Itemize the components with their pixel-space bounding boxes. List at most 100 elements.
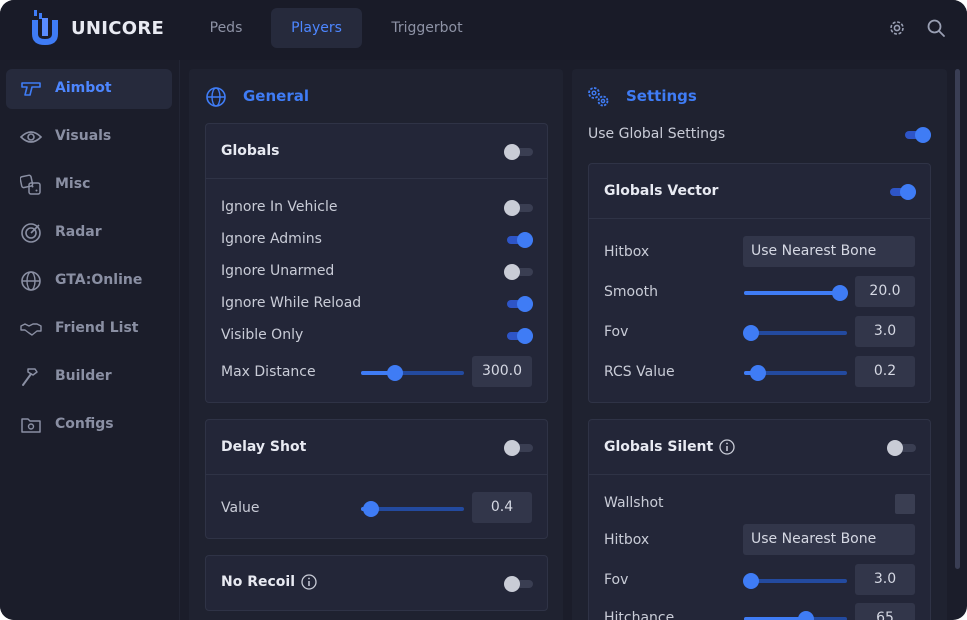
card-header: Globals [206, 124, 547, 179]
unicore-logo [32, 10, 58, 45]
globals-silent-toggle[interactable] [887, 440, 917, 456]
folder-gear-icon [21, 418, 41, 433]
app-window: UNICORE Peds Players Triggerbot Aimbot V… [0, 0, 967, 620]
search-icon[interactable] [926, 18, 946, 38]
card-header: Delay Shot [206, 420, 547, 475]
card-header: Globals Vector [589, 164, 930, 219]
info-icon[interactable] [301, 574, 317, 590]
max-distance-slider[interactable] [361, 365, 464, 381]
wallshot-label: Wallshot [604, 495, 664, 511]
ignore-admins-toggle[interactable] [504, 232, 534, 248]
tab-players[interactable]: Players [271, 8, 362, 48]
globals-vector-toggle[interactable] [887, 184, 917, 200]
sidebar-item-friend-list[interactable]: Friend List [6, 309, 172, 349]
delay-value-label: Value [221, 500, 260, 516]
sidebar-item-label: Misc [55, 176, 91, 192]
use-global-settings-label: Use Global Settings [588, 126, 726, 142]
ignore-in-vehicle-toggle[interactable] [504, 200, 534, 216]
general-panel: General Globals Ignore In Vehicle Ignore… [189, 69, 563, 620]
smooth-value[interactable]: 20.0 [855, 276, 915, 307]
general-title: General [243, 87, 309, 105]
hitchance-value[interactable]: 65 [855, 603, 915, 620]
no-recoil-title: No Recoil [221, 574, 295, 590]
vector-fov-value[interactable]: 3.0 [855, 316, 915, 347]
sidebar-item-misc[interactable]: Misc [6, 165, 172, 205]
ignore-in-vehicle-label: Ignore In Vehicle [221, 199, 338, 215]
hammer-icon [22, 368, 38, 386]
tab-peds[interactable]: Peds [190, 8, 262, 48]
max-distance-value[interactable]: 300.0 [472, 356, 532, 387]
card-title: Delay Shot [221, 439, 307, 455]
top-bar: UNICORE Peds Players Triggerbot [0, 0, 967, 60]
globals-silent-card: Globals Silent Wallshot Hitbox Use Neare… [588, 419, 931, 620]
sidebar-item-visuals[interactable]: Visuals [6, 117, 172, 157]
no-recoil-card: No Recoil [205, 555, 548, 611]
vector-hitbox-label: Hitbox [604, 244, 650, 260]
smooth-label: Smooth [604, 284, 659, 300]
sidebar-item-label: Friend List [55, 320, 139, 336]
gears-icon [588, 87, 609, 107]
globe-icon [21, 271, 41, 291]
delay-shot-toggle[interactable] [504, 440, 534, 456]
sidebar-item-label: Builder [55, 368, 112, 384]
ignore-unarmed-label: Ignore Unarmed [221, 263, 335, 279]
sidebar-item-aimbot[interactable]: Aimbot [6, 69, 172, 109]
scrollbar[interactable] [955, 69, 960, 569]
silent-fov-slider[interactable] [743, 573, 847, 589]
globals-silent-title: Globals Silent [604, 439, 714, 455]
delay-shot-card: Delay Shot Value 0.4 [205, 419, 548, 539]
globals-card: Globals Ignore In Vehicle Ignore Admins … [205, 123, 548, 403]
sidebar-item-gta-online[interactable]: GTA:Online [6, 261, 172, 301]
delay-value-box[interactable]: 0.4 [472, 492, 532, 523]
settings-title: Settings [626, 87, 697, 105]
eye-icon [20, 131, 42, 143]
visible-only-label: Visible Only [221, 327, 304, 343]
sidebar-item-label: Aimbot [55, 80, 112, 96]
sidebar-item-label: Configs [55, 416, 114, 432]
rcs-value-box[interactable]: 0.2 [855, 356, 915, 387]
rcs-value-label: RCS Value [604, 364, 675, 380]
gear-icon[interactable] [887, 18, 907, 38]
sidebar-item-configs[interactable]: Configs [6, 405, 172, 445]
radar-icon [21, 223, 41, 243]
silent-fov-value[interactable]: 3.0 [855, 564, 915, 595]
card-title: Globals Silent [604, 439, 735, 455]
delay-value-slider[interactable] [361, 501, 464, 517]
info-icon[interactable] [719, 439, 735, 455]
sidebar-item-label: GTA:Online [55, 272, 143, 288]
sidebar-item-radar[interactable]: Radar [6, 213, 172, 253]
sidebar-item-label: Visuals [55, 128, 112, 144]
sidebar-item-builder[interactable]: Builder [6, 357, 172, 397]
pistol-icon [21, 82, 41, 96]
silent-fov-label: Fov [604, 572, 629, 588]
silent-hitbox-label: Hitbox [604, 532, 650, 548]
smooth-slider[interactable] [744, 285, 848, 301]
brand-name: UNICORE [71, 18, 165, 39]
ignore-while-reload-toggle[interactable] [504, 296, 534, 312]
card-header: No Recoil [206, 556, 547, 610]
card-title: Globals Vector [604, 183, 719, 199]
card-header: Globals Silent [589, 420, 930, 475]
settings-panel: Settings Use Global Settings Globals Vec… [572, 69, 947, 620]
ignore-admins-label: Ignore Admins [221, 231, 322, 247]
vector-hitbox-dropdown[interactable]: Use Nearest Bone [743, 236, 915, 267]
tab-triggerbot[interactable]: Triggerbot [372, 8, 482, 48]
globe-icon [206, 87, 226, 107]
wallshot-checkbox[interactable] [895, 494, 915, 514]
visible-only-toggle[interactable] [504, 328, 534, 344]
use-global-settings-toggle[interactable] [902, 127, 932, 143]
globals-toggle[interactable] [504, 144, 534, 160]
silent-hitbox-dropdown[interactable]: Use Nearest Bone [743, 524, 915, 555]
hitchance-slider[interactable] [744, 611, 847, 620]
sidebar: Aimbot Visuals Misc Radar GTA:Online Fri… [0, 60, 180, 620]
max-distance-label: Max Distance [221, 364, 316, 380]
globals-vector-card: Globals Vector Hitbox Use Nearest Bone S… [588, 163, 931, 403]
vector-fov-label: Fov [604, 324, 629, 340]
ignore-while-reload-label: Ignore While Reload [221, 295, 362, 311]
sidebar-item-label: Radar [55, 224, 102, 240]
rcs-value-slider[interactable] [744, 365, 847, 381]
ignore-unarmed-toggle[interactable] [504, 264, 534, 280]
hitchance-label: Hitchance [604, 610, 675, 620]
no-recoil-toggle[interactable] [504, 576, 534, 592]
vector-fov-slider[interactable] [743, 325, 847, 341]
